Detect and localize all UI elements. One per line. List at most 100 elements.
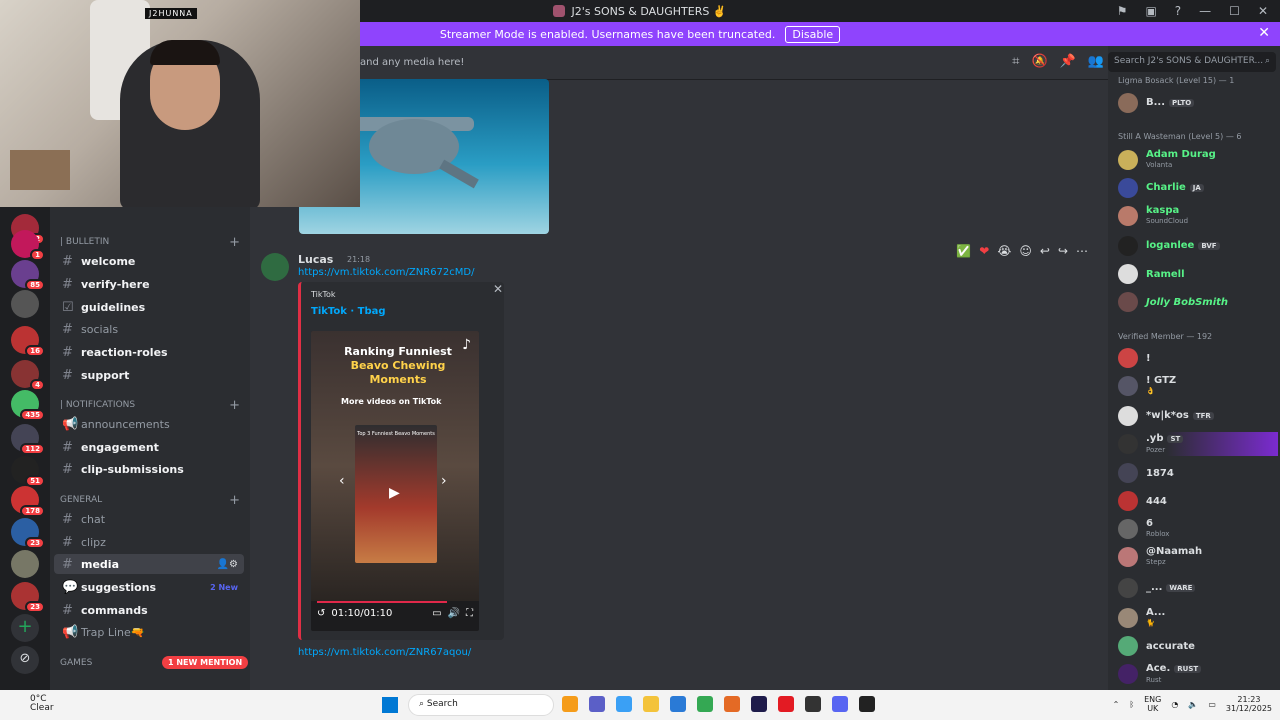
app-icon-1[interactable] — [562, 696, 578, 712]
teams-icon[interactable] — [589, 696, 605, 712]
pin-icon[interactable]: 📌 — [1060, 54, 1076, 69]
member-item[interactable]: loganlee BVF — [1118, 234, 1278, 258]
channel-clip-submissions[interactable]: # clip-submissions — [54, 459, 244, 479]
member-item[interactable]: kaspa SoundCloud — [1118, 204, 1278, 228]
screen-icon[interactable]: ▣ — [1145, 4, 1156, 18]
more-icon[interactable]: ⋯ — [1076, 244, 1088, 258]
fullscreen-icon[interactable]: ⛶ — [466, 608, 473, 619]
add-reaction-icon[interactable]: ☺ — [1019, 244, 1032, 258]
member-item[interactable]: *w|k*os TFR — [1118, 404, 1278, 428]
message-link[interactable]: https://vm.tiktok.com/ZNR672cMD/ — [298, 267, 474, 278]
reply-icon[interactable]: ↩ — [1040, 244, 1050, 258]
clock[interactable]: 21:23 31/12/2025 — [1226, 695, 1272, 713]
windows-start-icon[interactable] — [382, 697, 398, 713]
server-icon-8[interactable]: 112 — [11, 424, 45, 455]
server-icon-7[interactable]: 435 — [11, 390, 45, 421]
channel-guidelines[interactable]: ☑ guidelines — [54, 297, 244, 317]
member-item[interactable]: @Naamah Stepz — [1118, 545, 1278, 569]
replay-icon[interactable]: ↺ — [317, 608, 325, 619]
prev-arrow-icon[interactable]: ‹ — [339, 473, 345, 489]
weather-widget[interactable]: 0°C Clear — [30, 695, 54, 713]
forward-icon[interactable]: ↪ — [1058, 244, 1068, 258]
file-explorer-icon[interactable] — [643, 696, 659, 712]
captions-icon[interactable]: ▭ — [432, 608, 441, 619]
wifi-icon[interactable]: ◔ — [1171, 700, 1178, 709]
server-icon-10[interactable]: 178 — [11, 486, 45, 517]
member-item[interactable]: Ace. RUST Rust — [1118, 662, 1278, 686]
channel-reaction-roles[interactable]: # reaction-roles — [54, 342, 244, 362]
copilot-icon[interactable] — [616, 696, 632, 712]
member-item[interactable]: 444 — [1118, 489, 1278, 513]
add-server-button[interactable]: + — [11, 614, 39, 642]
add-channel-icon[interactable]: + — [229, 235, 240, 250]
message-author[interactable]: Lucas — [298, 253, 333, 266]
discord-icon[interactable] — [832, 696, 848, 712]
server-icon-11[interactable]: 23 — [11, 518, 45, 549]
volume-icon[interactable]: 🔊 — [448, 608, 460, 619]
category-general[interactable]: GENERAL + — [60, 493, 240, 508]
check-reaction-icon[interactable]: ✅ — [956, 244, 971, 258]
member-item[interactable]: 1874 — [1118, 461, 1278, 485]
close-banner-icon[interactable]: ✕ — [1258, 25, 1270, 41]
app-icon-12[interactable] — [859, 696, 875, 712]
taskbar-search[interactable]: ⌕ Search — [408, 694, 554, 716]
add-channel-icon[interactable]: + — [229, 398, 240, 413]
channel-settings-icon[interactable]: 👤⚙ — [217, 559, 238, 570]
language-indicator[interactable]: ENG UK — [1144, 695, 1161, 713]
search-input[interactable]: Search J2's SONS & DAUGHTER... ⌕ — [1108, 52, 1276, 72]
new-mention-pill[interactable]: 1 NEW MENTION — [162, 656, 249, 669]
help-icon[interactable]: ? — [1175, 4, 1181, 18]
close-icon[interactable]: ✕ — [1258, 4, 1268, 18]
member-item[interactable]: Jolly BobSmith — [1118, 290, 1278, 314]
battery-icon[interactable]: ▭ — [1208, 700, 1216, 709]
video-thumbnail[interactable]: Top 3 Funniest Beavo Moments ▶ — [355, 425, 437, 563]
minimize-icon[interactable]: — — [1199, 4, 1211, 18]
tray-overflow-icon[interactable]: ⌃ — [1113, 700, 1120, 709]
server-icon-3[interactable]: 85 — [11, 260, 45, 291]
members-icon[interactable]: 👥 — [1088, 54, 1104, 69]
inbox-icon[interactable]: ⚑ — [1117, 4, 1128, 18]
category-bulletin[interactable]: | BULLETIN + — [60, 235, 240, 250]
channel-media[interactable]: # media 👤⚙ — [54, 554, 244, 574]
channel-chat[interactable]: # chat — [54, 509, 244, 529]
member-item[interactable]: 6 Roblox — [1118, 517, 1278, 541]
embed-title[interactable]: TikTok · Tbag — [311, 306, 386, 317]
server-icon-12[interactable] — [11, 550, 39, 578]
volume-icon[interactable]: 🔈 — [1188, 700, 1198, 709]
opera-icon[interactable] — [778, 696, 794, 712]
discover-icon[interactable]: ⊘ — [11, 646, 39, 674]
channel-announcements[interactable]: 📢 announcements — [54, 414, 244, 434]
threads-icon[interactable]: ⌗ — [1012, 54, 1019, 69]
server-icon-5[interactable]: 16 — [11, 326, 45, 357]
message-link[interactable]: https://vm.tiktok.com/ZNR67aqou/ — [298, 647, 471, 658]
mute-icon[interactable]: 🔕 — [1031, 54, 1047, 69]
video-player[interactable]: Ranking Funniest Beavo Chewing Moments ♪… — [311, 331, 479, 631]
member-item[interactable]: .yb ST Pozer — [1118, 432, 1278, 456]
next-arrow-icon[interactable]: › — [441, 473, 447, 489]
member-item[interactable]: B... PLTO — [1118, 91, 1278, 115]
channel-engagement[interactable]: # engagement — [54, 437, 244, 457]
server-icon-2[interactable]: 1 — [11, 230, 45, 261]
remove-embed-icon[interactable]: ✕ — [493, 282, 503, 296]
maximize-icon[interactable]: ☐ — [1229, 4, 1240, 18]
member-item[interactable]: accurate — [1118, 634, 1278, 658]
heart-reaction-icon[interactable]: ❤ — [979, 244, 989, 258]
avatar[interactable] — [261, 253, 289, 281]
channel-suggestions[interactable]: 💬 suggestions 2 New — [54, 577, 244, 597]
member-item[interactable]: Charlie JA — [1118, 176, 1278, 200]
member-item[interactable]: ! — [1118, 346, 1278, 370]
member-item[interactable]: Adam Durag Volanta — [1118, 148, 1278, 172]
server-icon-4[interactable] — [11, 290, 39, 318]
add-channel-icon[interactable]: + — [229, 493, 240, 508]
member-item[interactable]: Ramell — [1118, 262, 1278, 286]
premiere-icon[interactable] — [751, 696, 767, 712]
crying-reaction-icon[interactable]: 😭 — [997, 244, 1011, 258]
channel-welcome[interactable]: # welcome — [54, 251, 244, 271]
play-icon[interactable]: ▶ — [389, 485, 400, 501]
channel-support[interactable]: # support — [54, 365, 244, 385]
chrome-icon[interactable] — [697, 696, 713, 712]
obs-icon[interactable] — [805, 696, 821, 712]
channel-verify-here[interactable]: # verify-here — [54, 274, 244, 294]
member-item[interactable]: A... 🐈 — [1118, 606, 1278, 630]
channel-trap-line[interactable]: 📢 Trap Line🔫 — [54, 622, 244, 642]
